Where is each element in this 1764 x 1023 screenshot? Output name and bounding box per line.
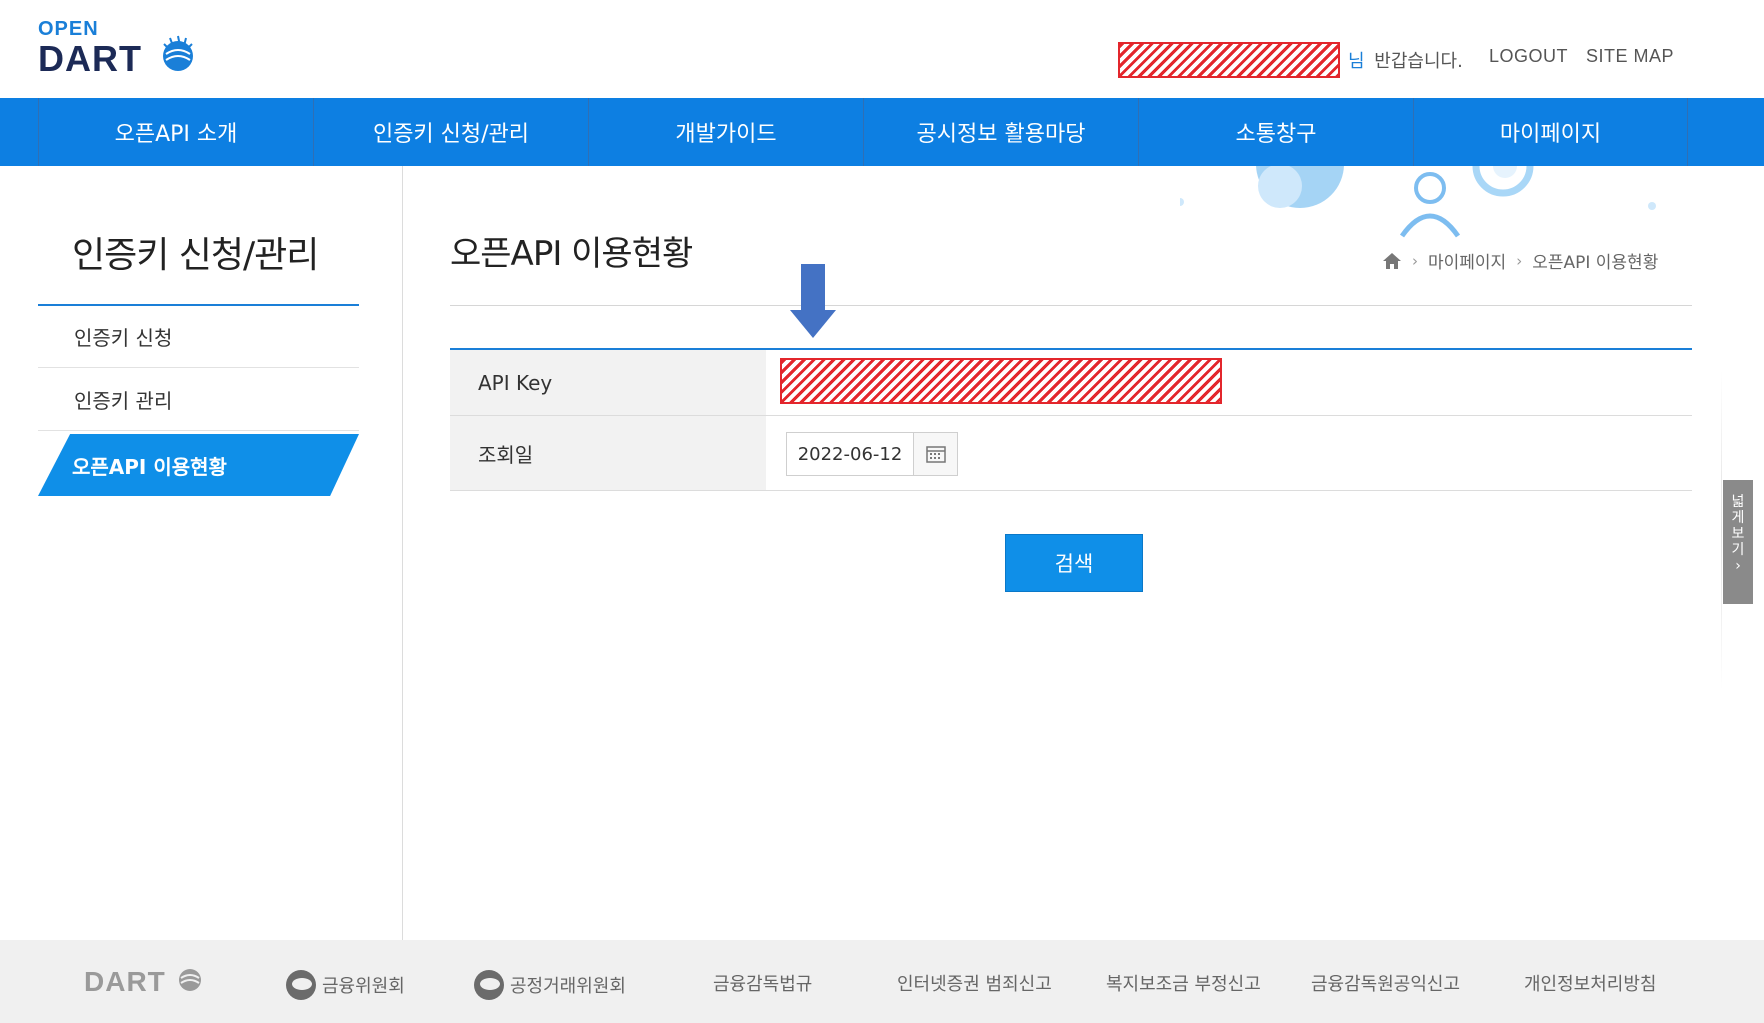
nav-dev-guide[interactable]: 개발가이드	[588, 98, 863, 166]
chevron-right-icon: ›	[1516, 251, 1523, 270]
breadcrumb-current: 오픈API 이용현황	[1532, 253, 1659, 273]
footer-link-privacy[interactable]: 개인정보처리방침	[1524, 970, 1656, 996]
home-icon[interactable]	[1382, 252, 1402, 270]
search-button[interactable]: 검색	[1005, 534, 1143, 592]
nav-disclosure-use[interactable]: 공시정보 활용마당	[863, 98, 1138, 166]
redacted-username	[1118, 42, 1340, 78]
page-title: 오픈API 이용현황	[450, 234, 693, 274]
footer-link-ftc[interactable]: 공정거래위원회	[474, 970, 626, 1000]
nav-openapi-intro[interactable]: 오픈API 소개	[38, 98, 313, 166]
api-key-row: API Key	[450, 350, 1692, 416]
header: OPEN DART 님 반갑습니다. LOGOUT SITE MAP	[0, 0, 1764, 98]
greeting-nim: 님	[1348, 51, 1365, 72]
calendar-button[interactable]	[913, 432, 958, 476]
usage-form: API Key 조회일 2022-06-12	[450, 348, 1692, 491]
chevron-right-icon: ›	[1735, 558, 1741, 574]
sidebar-item-key-manage[interactable]: 인증키 관리	[38, 369, 359, 431]
footer-link-whistleblow[interactable]: 금융감독원공익신고	[1311, 970, 1460, 996]
nav-key-management[interactable]: 인증키 신청/관리	[313, 98, 588, 166]
arrow-down-icon	[790, 264, 836, 338]
sidebar: 인증키 신청/관리 인증키 신청 인증키 관리 오픈API 이용현황	[0, 166, 403, 940]
user-greeting: 님 반갑습니다.	[1118, 42, 1463, 78]
footer-link-fsc[interactable]: 금융위원회	[286, 970, 405, 1000]
nav-communication[interactable]: 소통창구	[1138, 98, 1413, 166]
calendar-icon	[925, 446, 946, 463]
wide-view-tab[interactable]: 넓 게 보 기 ›	[1723, 480, 1753, 604]
sidebar-item-usage-status[interactable]: 오픈API 이용현황	[38, 434, 359, 496]
sitemap-link[interactable]: SITE MAP	[1586, 46, 1674, 67]
date-row: 조회일 2022-06-12	[450, 416, 1692, 491]
header-illustration	[1180, 166, 1656, 238]
sidebar-title: 인증키 신청/관리	[72, 235, 319, 276]
footer: DART 금융위원회 공정거래위원회 금융감독법규 인터넷증권 범죄신고 복지보…	[0, 940, 1764, 1023]
nav-mypage[interactable]: 마이페이지	[1413, 98, 1688, 166]
logout-link[interactable]: LOGOUT	[1489, 46, 1568, 67]
logo-globe-icon	[163, 35, 193, 71]
footer-link-subsidy-fraud[interactable]: 복지보조금 부정신고	[1106, 970, 1261, 996]
footer-link-securities-crime[interactable]: 인터넷증권 범죄신고	[897, 970, 1052, 996]
logo-dart-text: DART	[38, 38, 142, 79]
api-key-label: API Key	[450, 350, 766, 415]
opendart-logo[interactable]: OPEN DART	[38, 18, 198, 79]
chevron-right-icon: ›	[1412, 251, 1418, 270]
main-nav: 오픈API 소개 인증키 신청/관리 개발가이드 공시정보 활용마당 소통창구 …	[0, 98, 1764, 166]
date-input[interactable]: 2022-06-12	[786, 432, 914, 476]
government-emblem-icon	[474, 970, 504, 1000]
greeting-text: 반갑습니다.	[1374, 51, 1463, 72]
title-divider	[450, 305, 1692, 306]
breadcrumb: › 마이페이지 › 오픈API 이용현황	[1382, 248, 1658, 273]
sidebar-item-key-request[interactable]: 인증키 신청	[38, 306, 359, 368]
footer-dart-logo[interactable]: DART	[84, 966, 166, 998]
redacted-api-key	[780, 358, 1222, 404]
date-label: 조회일	[450, 416, 766, 490]
government-emblem-icon	[286, 970, 316, 1000]
breadcrumb-mypage[interactable]: 마이페이지	[1428, 248, 1506, 273]
footer-globe-icon	[179, 969, 201, 991]
footer-link-regulations[interactable]: 금융감독법규	[713, 970, 812, 996]
